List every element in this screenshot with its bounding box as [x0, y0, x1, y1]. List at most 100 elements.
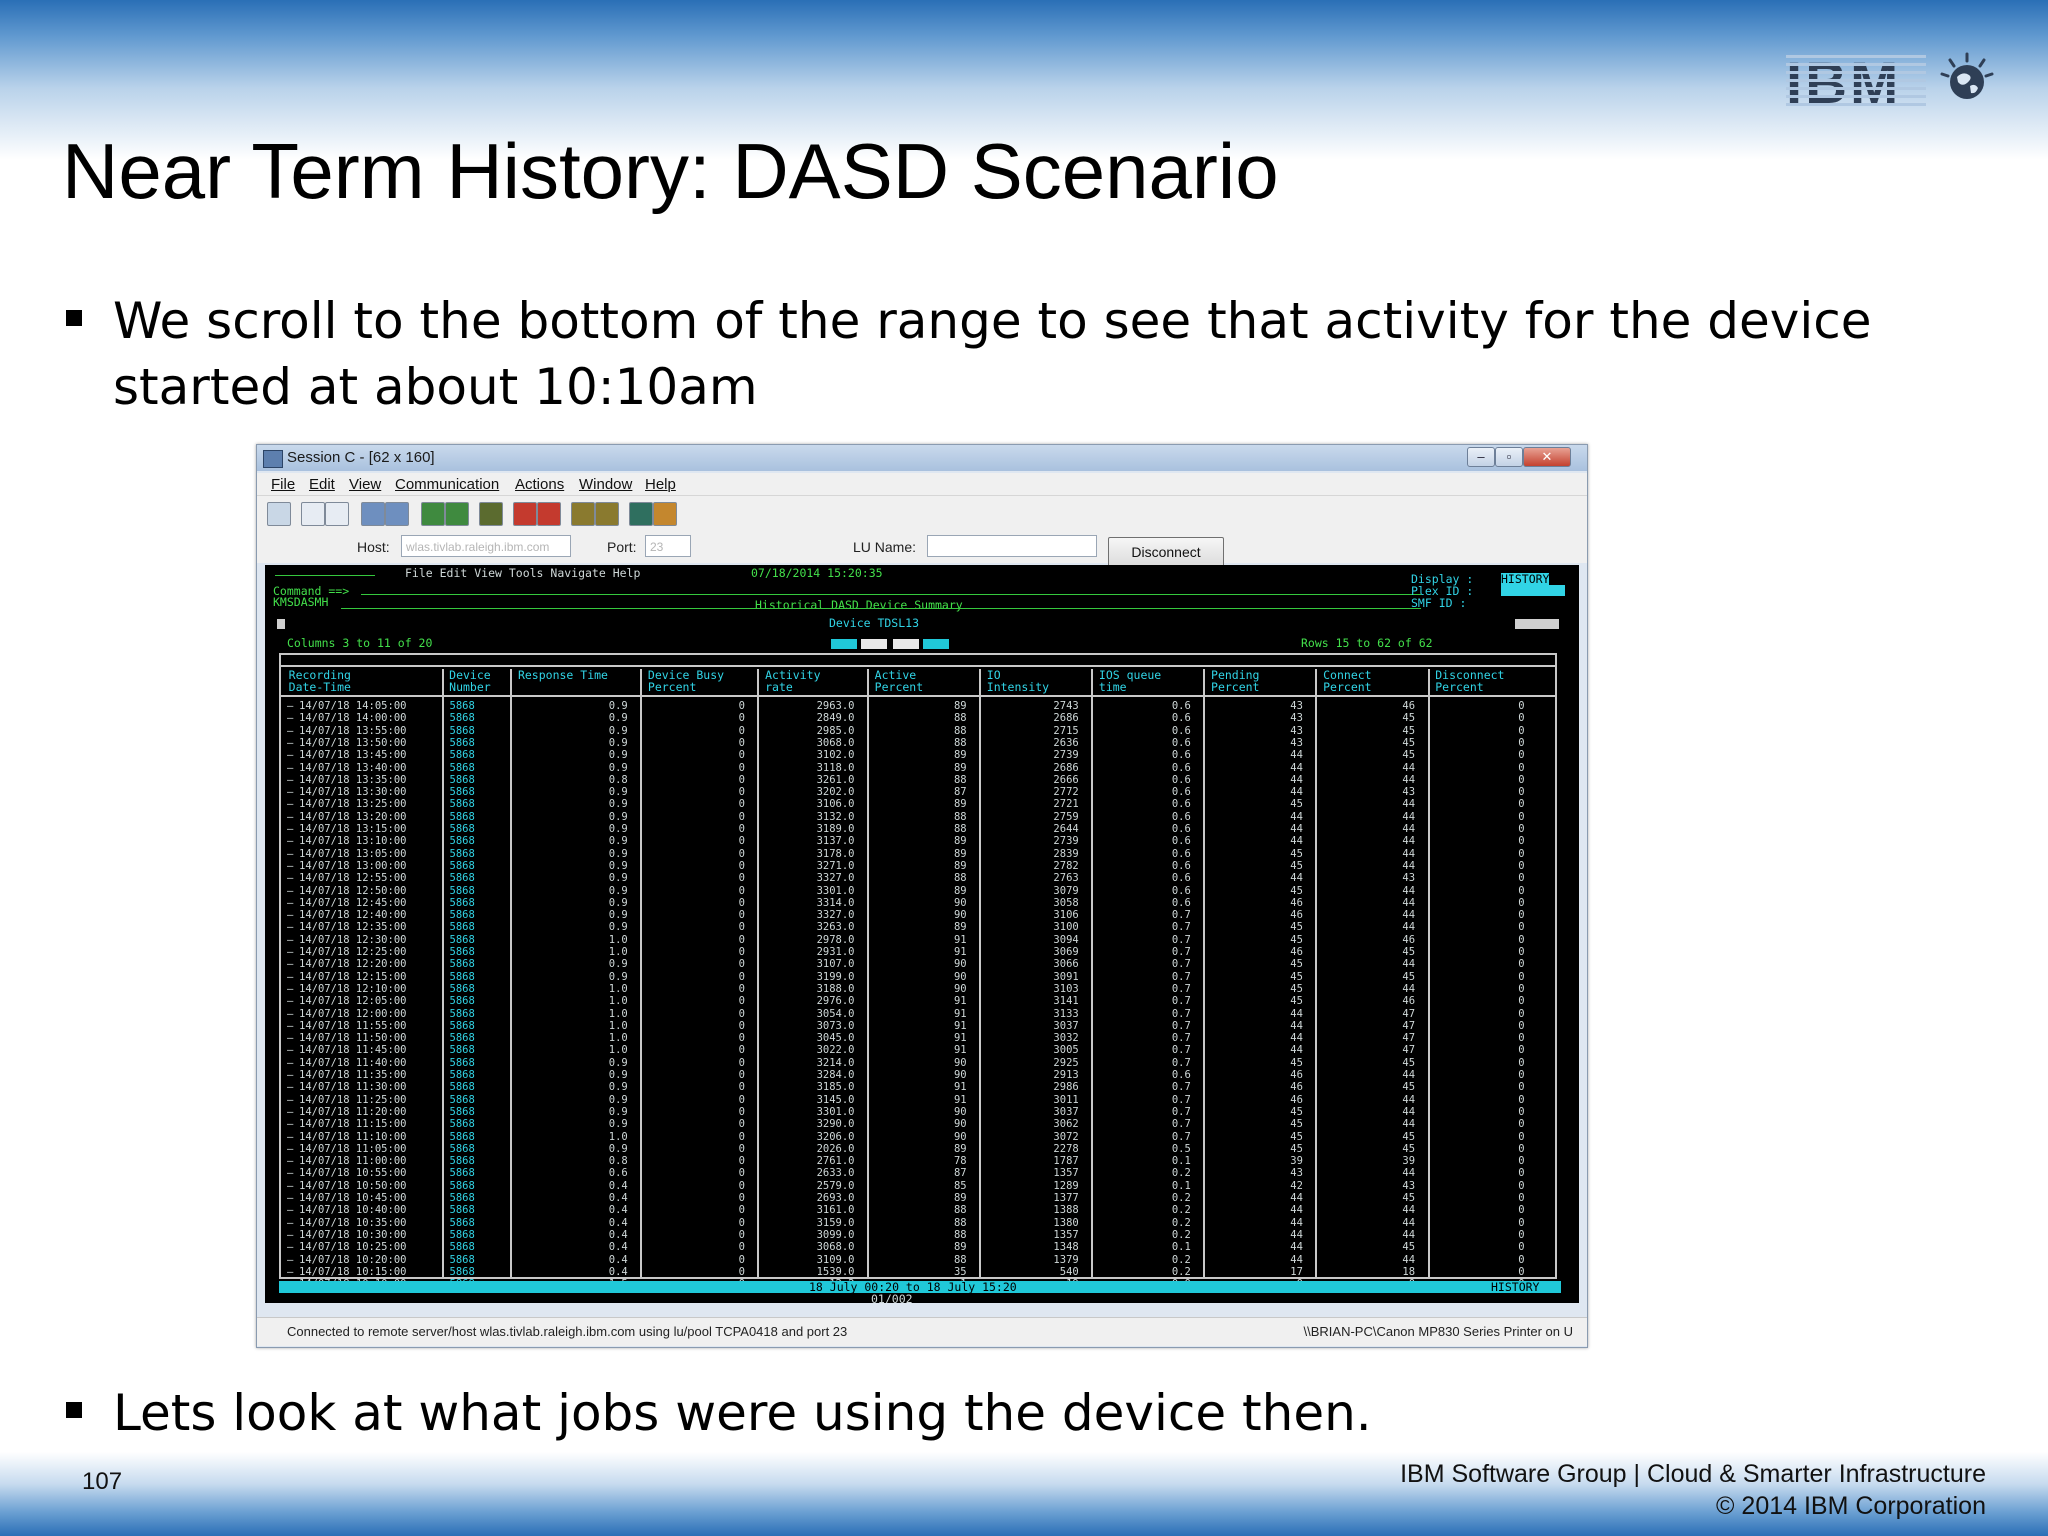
row-cell-col-7: 0.7 [1171, 1081, 1191, 1094]
row-cell-col-9: 45 [1402, 724, 1416, 737]
close-button[interactable]: ✕ [1523, 447, 1571, 467]
row-cell-col-9: 44 [1402, 896, 1416, 909]
row-cell-col-8: 44 [1290, 1228, 1303, 1241]
host-field[interactable]: wlas.tivlab.raleigh.ibm.com [401, 535, 571, 557]
column-header-3-line-1[interactable]: Percent [648, 681, 696, 694]
row-select-marker: – [287, 1167, 294, 1180]
scroll-left-one-button[interactable] [861, 639, 887, 649]
row-cell-col-10: 0 [1518, 1007, 1525, 1020]
menu-help[interactable]: Help [645, 476, 676, 493]
row-cell-col-5: 91 [953, 1019, 967, 1032]
row-cell-col-2: 0.9 [608, 810, 628, 823]
row-cell-col-7: 0.2 [1171, 1216, 1191, 1229]
row-cell-col-4: 3271.0 [816, 859, 855, 872]
row-date-time: 14/07/18 12:45:00 [299, 896, 407, 909]
column-header-7-line-1[interactable]: time [1099, 681, 1127, 694]
row-cell-col-3: 0 [738, 896, 745, 909]
row-cell-col-7: 0.6 [1171, 823, 1191, 835]
disconnect-button[interactable]: Disconnect [1108, 537, 1224, 567]
record-icon[interactable] [513, 502, 537, 526]
column-header-0-line-1[interactable]: Date-Time [289, 681, 351, 694]
row-cell-col-3: 0 [738, 1155, 745, 1168]
row-cell-col-6: 3133 [1053, 1007, 1079, 1020]
receive-file-icon[interactable] [385, 502, 409, 526]
row-cell-col-4: 2761.0 [816, 1155, 855, 1168]
maximize-button[interactable]: ▫ [1495, 447, 1523, 467]
row-date-time: 14/07/18 13:50:00 [299, 736, 407, 749]
row-cell-col-6: 3062 [1053, 1118, 1079, 1131]
row-cell-col-3: 0 [738, 835, 745, 848]
column-header-1-line-1[interactable]: Number [449, 681, 491, 694]
row-cell-col-6: 2644 [1053, 823, 1079, 835]
row-select-marker: – [287, 724, 294, 737]
play-icon[interactable] [571, 502, 595, 526]
term-menu[interactable]: File Edit View Tools Navigate Help [405, 567, 640, 580]
menu-file[interactable]: File [271, 476, 295, 493]
column-header-9-line-1[interactable]: Percent [1323, 681, 1371, 694]
column-header-5-line-1[interactable]: Percent [875, 681, 923, 694]
row-cell-col-10: 0 [1518, 872, 1525, 885]
row-cell-col-9: 43 [1402, 1179, 1416, 1192]
row-cell-col-3: 0 [738, 1253, 745, 1266]
connection-status-text: Connected to remote server/host wlas.tiv… [287, 1324, 848, 1339]
scroll-left-button[interactable] [831, 639, 857, 649]
print-screen-icon[interactable] [267, 502, 291, 526]
minimize-button[interactable]: – [1467, 447, 1495, 467]
scroll-right-button[interactable] [923, 639, 949, 649]
display-icon[interactable] [421, 502, 445, 526]
row-cell-col-6: 1377 [1053, 1192, 1079, 1204]
row-cell-col-6: 2759 [1053, 810, 1079, 823]
row-cell-col-10: 0 [1518, 847, 1525, 860]
row-cell-col-6: 1787 [1053, 1155, 1079, 1168]
terminal-screen[interactable]: File Edit View Tools Navigate Help 07/18… [265, 565, 1579, 1303]
row-cell-col-6: 1379 [1053, 1253, 1079, 1266]
macro-icon[interactable] [479, 502, 503, 526]
menu-edit[interactable]: Edit [309, 476, 335, 493]
transfer-icon[interactable] [595, 502, 619, 526]
column-header-2-line-0[interactable]: Response Time [518, 669, 608, 682]
menu-actions[interactable]: Actions [515, 476, 564, 493]
row-select-marker: – [287, 1155, 294, 1168]
row-cell-col-2: 0.9 [608, 798, 628, 811]
menu-communication[interactable]: Communication [395, 476, 499, 493]
column-header-6-line-1[interactable]: Intensity [987, 681, 1049, 694]
row-cell-col-2: 0.9 [608, 970, 628, 983]
menu-window[interactable]: Window [579, 476, 632, 493]
row-cell-col-9: 44 [1402, 1093, 1416, 1106]
row-cell-col-6: 3106 [1053, 909, 1079, 922]
session-app-icon [263, 450, 283, 468]
column-header-4-line-1[interactable]: rate [765, 681, 793, 694]
panel-right-controls[interactable] [1515, 619, 1559, 629]
row-cell-col-4: 3118.0 [816, 761, 855, 774]
keyboard-icon[interactable] [445, 502, 469, 526]
column-separator [510, 669, 513, 1277]
send-file-icon[interactable] [361, 502, 385, 526]
row-cell-col-5: 89 [953, 859, 967, 872]
row-cell-col-2: 1.0 [608, 1007, 628, 1020]
column-header-8-line-1[interactable]: Percent [1211, 681, 1259, 694]
row-cell-col-4: 3301.0 [816, 884, 855, 897]
row-cell-col-6: 3066 [1053, 958, 1079, 971]
row-cell-col-2: 0.9 [608, 884, 628, 897]
row-cell-col-5: 90 [953, 1056, 967, 1069]
row-cell-col-10: 0 [1518, 1130, 1525, 1143]
column-header-10-line-1[interactable]: Percent [1435, 681, 1483, 694]
scroll-right-one-button[interactable] [893, 639, 919, 649]
edit-pen-icon[interactable] [653, 502, 677, 526]
menu-view[interactable]: View [349, 476, 381, 493]
row-cell-col-8: 43 [1290, 736, 1303, 749]
row-device-number: 5868 [449, 798, 475, 811]
row-date-time: 14/07/18 12:25:00 [299, 946, 407, 958]
lu-name-field[interactable] [927, 535, 1097, 557]
row-cell-col-10: 0 [1518, 958, 1525, 971]
row-cell-col-8: 44 [1290, 773, 1303, 786]
globe-icon[interactable] [629, 502, 653, 526]
paste-icon[interactable] [325, 502, 349, 526]
copy-icon[interactable] [301, 502, 325, 526]
row-date-time: 14/07/18 10:35:00 [299, 1216, 407, 1229]
row-cell-col-5: 91 [953, 995, 967, 1008]
row-device-number: 5868 [449, 1192, 475, 1204]
port-field[interactable]: 23 [645, 535, 691, 557]
stop-icon[interactable] [537, 502, 561, 526]
row-cell-col-9: 44 [1402, 1167, 1416, 1180]
